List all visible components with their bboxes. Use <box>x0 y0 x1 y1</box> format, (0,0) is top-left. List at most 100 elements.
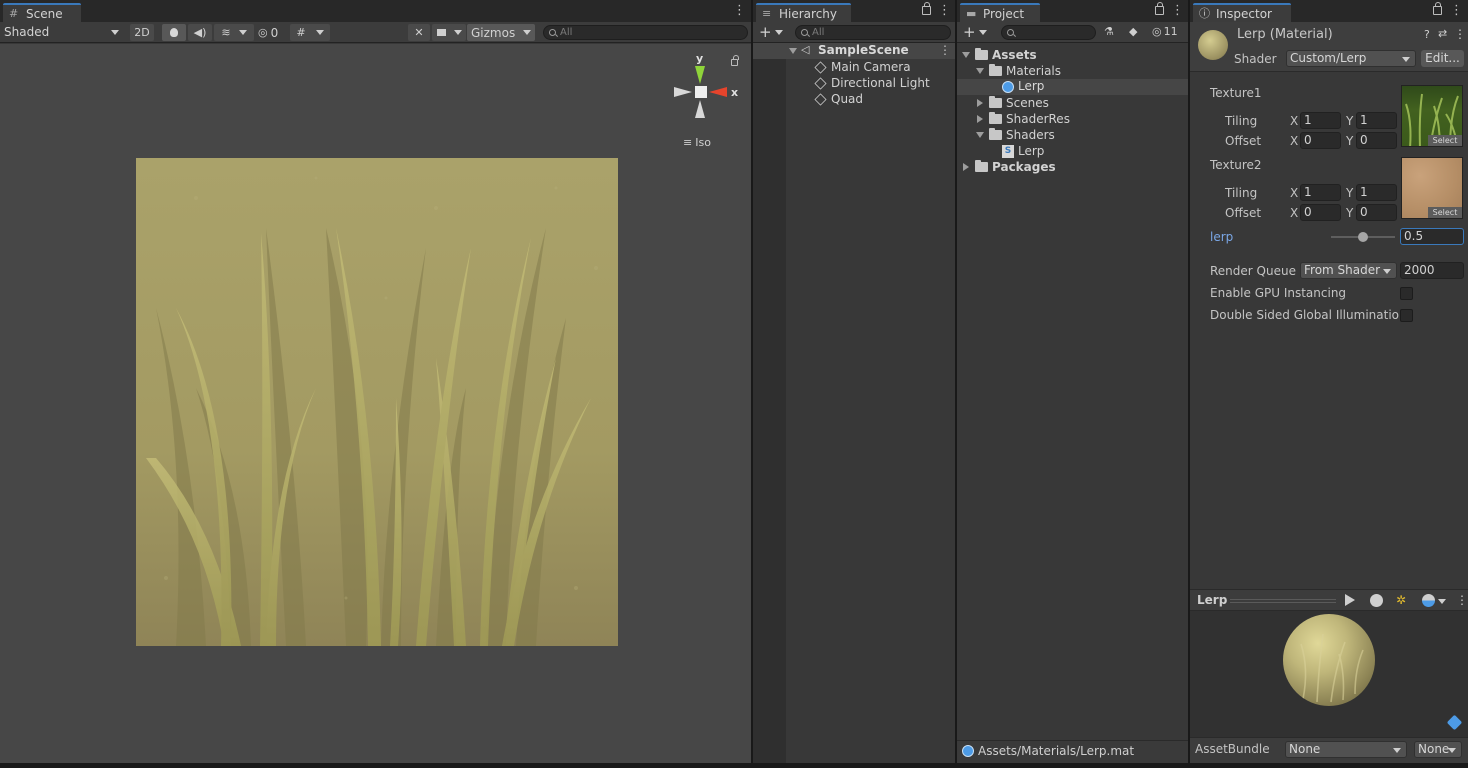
texture2-slot[interactable]: Select <box>1401 157 1463 219</box>
project-menu-icon[interactable]: ⋮ <box>1171 4 1184 17</box>
quad-object[interactable] <box>136 158 618 646</box>
gizmos-button[interactable]: Gizmos <box>467 24 535 41</box>
assetbundle-name-dropdown[interactable]: None <box>1285 741 1407 758</box>
project-item-lerp-material-selected[interactable]: Lerp <box>957 79 1188 95</box>
project-folder-shaderres[interactable]: ShaderRes <box>977 111 1070 127</box>
texture1-slot[interactable]: Select <box>1401 85 1463 147</box>
hierarchy-item-directional-light[interactable]: Directional Light <box>814 75 930 91</box>
material-preview-area[interactable] <box>1190 611 1468 737</box>
projection-toggle[interactable]: ≡ Iso <box>683 136 711 149</box>
gpu-instancing-checkbox[interactable] <box>1400 287 1413 300</box>
preview-lights-icon[interactable]: ✲ <box>1396 593 1406 607</box>
double-sided-gi-checkbox[interactable] <box>1400 309 1413 322</box>
gizmo-lock-icon[interactable] <box>731 55 739 66</box>
scene-row-menu-icon[interactable]: ⋮ <box>939 43 951 57</box>
project-folder-packages[interactable]: Packages <box>963 159 1056 175</box>
inspector-lock-icon[interactable] <box>1433 2 1442 15</box>
expand-arrow-icon[interactable] <box>976 68 984 74</box>
texture1-select-button[interactable]: Select <box>1428 135 1462 146</box>
texture1-tiling-x-label: X <box>1290 114 1299 128</box>
gizmo-neg-y-cone[interactable] <box>695 100 705 118</box>
hierarchy-menu-icon[interactable]: ⋮ <box>938 4 951 17</box>
texture2-offset-x-input[interactable]: 0 <box>1300 204 1341 221</box>
scene-viewport[interactable]: y x ≡ Iso <box>0 44 751 763</box>
camera-settings-button[interactable] <box>432 24 466 41</box>
hierarchy-lock-icon[interactable] <box>922 2 931 15</box>
lerp-value-input[interactable]: 0.5 <box>1400 228 1464 245</box>
hierarchy-item-quad[interactable]: Quad <box>814 91 863 107</box>
gizmo-neg-x-cone[interactable] <box>674 87 692 97</box>
gizmo-y-cone[interactable] <box>695 66 705 84</box>
expand-arrow-icon[interactable] <box>976 132 984 138</box>
help-icon[interactable]: ? <box>1424 28 1430 41</box>
shader-value: Custom/Lerp <box>1290 51 1367 65</box>
project-search-input[interactable] <box>1001 25 1096 40</box>
filter-by-type-icon[interactable]: ⚗ <box>1104 25 1114 38</box>
gizmo-x-cone[interactable] <box>709 87 727 97</box>
project-folder-label: Packages <box>992 160 1056 174</box>
project-add-button[interactable]: + <box>963 23 987 41</box>
asset-label-icon[interactable] <box>1446 714 1463 731</box>
collapse-arrow-icon[interactable] <box>977 115 983 123</box>
render-queue-value-input[interactable]: 2000 <box>1400 262 1464 279</box>
project-folder-materials[interactable]: Materials <box>976 63 1061 79</box>
texture2-offset-y-input[interactable]: 0 <box>1356 204 1397 221</box>
shader-dropdown[interactable]: Custom/Lerp <box>1286 50 1416 67</box>
tab-hierarchy[interactable]: ≡ Hierarchy <box>756 3 851 22</box>
project-folder-assets[interactable]: Assets <box>962 47 1037 63</box>
texture1-tiling-x-input[interactable]: 1 <box>1300 112 1341 129</box>
lerp-slider[interactable] <box>1331 229 1395 245</box>
hierarchy-add-button[interactable]: + <box>759 23 783 41</box>
texture1-offset-x-input[interactable]: 0 <box>1300 132 1341 149</box>
render-queue-mode-dropdown[interactable]: From Shader <box>1300 262 1397 279</box>
shading-mode-dropdown[interactable]: Shaded <box>4 24 122 41</box>
edit-shader-button[interactable]: Edit... <box>1421 50 1464 67</box>
filter-by-label-icon[interactable]: ◆ <box>1129 25 1137 38</box>
project-folder-scenes[interactable]: Scenes <box>977 95 1049 111</box>
2d-toggle-button[interactable]: 2D <box>130 24 154 41</box>
expand-arrow-icon[interactable] <box>962 52 970 58</box>
preview-background-icon[interactable] <box>1422 594 1435 607</box>
texture2-tiling-x-input[interactable]: 1 <box>1300 184 1341 201</box>
tab-scene[interactable]: # Scene <box>3 3 81 22</box>
gizmo-center-cube[interactable] <box>695 86 707 98</box>
preview-menu-icon[interactable]: ⋮ <box>1456 593 1468 607</box>
grid-snap-button[interactable]: # <box>290 24 330 41</box>
scene-visibility-toggle[interactable]: ◎ 0 <box>258 24 288 41</box>
texture2-tiling-y-input[interactable]: 1 <box>1356 184 1397 201</box>
preview-mesh-icon[interactable] <box>1370 594 1383 607</box>
texture1-offset-y-input[interactable]: 0 <box>1356 132 1397 149</box>
expand-arrow-icon[interactable] <box>789 48 797 54</box>
effects-toggle-button[interactable]: ≋ <box>214 24 254 41</box>
hidden-packages-toggle[interactable]: ◎ 11 <box>1152 25 1178 38</box>
project-lock-icon[interactable] <box>1155 2 1164 15</box>
texture2-offset-x-value: 0 <box>1304 205 1312 219</box>
inspector-menu-icon[interactable]: ⋮ <box>1450 4 1463 17</box>
project-folder-shaders[interactable]: Shaders <box>976 127 1055 143</box>
hierarchy-scene-row[interactable]: ◁ SampleScene ⋮ <box>753 43 955 59</box>
hierarchy-item-main-camera[interactable]: Main Camera <box>814 59 911 75</box>
collapse-arrow-icon[interactable] <box>963 163 969 171</box>
scene-search-input[interactable]: All <box>543 25 748 40</box>
project-item-lerp-shader[interactable]: S Lerp <box>1002 143 1044 159</box>
scene-orientation-gizmo[interactable]: y x <box>667 52 742 126</box>
tab-inspector[interactable]: ⓘ Inspector <box>1193 3 1291 22</box>
hierarchy-search-input[interactable]: All <box>795 25 951 40</box>
component-menu-icon[interactable]: ⋮ <box>1454 27 1466 41</box>
lerp-slider-thumb[interactable] <box>1358 232 1368 242</box>
play-icon[interactable] <box>1345 594 1355 606</box>
preview-resize-handle[interactable] <box>1230 599 1336 603</box>
audio-toggle-button[interactable]: ◀) <box>188 24 212 41</box>
texture2-select-button[interactable]: Select <box>1428 207 1462 218</box>
scene-menu-icon[interactable]: ⋮ <box>733 4 746 17</box>
tab-project[interactable]: ▬ Project <box>960 3 1040 22</box>
lighting-toggle-button[interactable] <box>162 24 186 41</box>
texture2-select-label: Select <box>1432 208 1458 217</box>
collapse-arrow-icon[interactable] <box>977 99 983 107</box>
chevron-down-icon[interactable] <box>1438 599 1446 604</box>
assetbundle-variant-dropdown[interactable]: None <box>1414 741 1462 758</box>
texture1-tiling-y-input[interactable]: 1 <box>1356 112 1397 129</box>
preset-icon[interactable]: ⇄ <box>1438 27 1447 40</box>
tools-button[interactable]: ✕ <box>408 24 430 41</box>
folder-icon <box>989 96 1002 108</box>
